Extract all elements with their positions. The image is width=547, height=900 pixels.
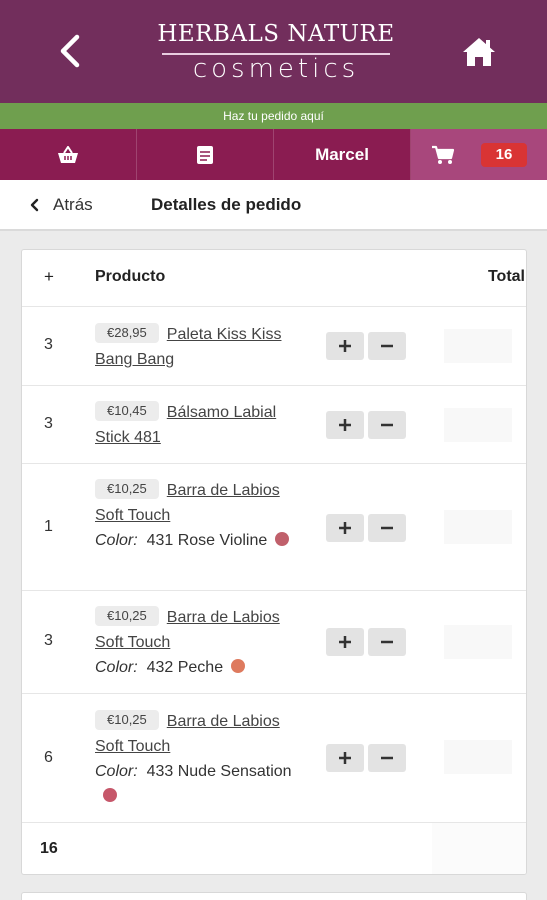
column-header-qty: + xyxy=(44,267,54,286)
cart-icon xyxy=(432,145,455,164)
row-product: €10,45 Bálsamo Labial Stick 481 xyxy=(95,400,295,450)
minus-icon xyxy=(381,344,393,348)
nav-user[interactable]: Marcel xyxy=(274,129,411,180)
footer-total-cell xyxy=(432,823,526,874)
color-value: 433 Nude Sensation xyxy=(146,763,292,780)
quantity-controls xyxy=(326,411,406,439)
price-chip: €10,25 xyxy=(95,479,159,499)
decrease-button[interactable] xyxy=(368,332,406,360)
nav-orders[interactable] xyxy=(137,129,274,180)
quantity-controls xyxy=(326,514,406,542)
increase-button[interactable] xyxy=(326,744,364,772)
page-subheader: Atrás Detalles de pedido xyxy=(0,180,547,231)
main-navbar: Marcel 16 xyxy=(0,129,547,180)
back-button[interactable] xyxy=(52,28,88,74)
row-product: €10,25 Barra de Labios Soft Touch Color: … xyxy=(95,709,295,809)
page-title: Detalles de pedido xyxy=(151,195,302,214)
plus-icon xyxy=(339,340,351,352)
cart-count-badge: 16 xyxy=(481,142,527,167)
row-product: €10,25 Barra de Labios Soft Touch Color: … xyxy=(95,605,295,680)
brand-logo: HERBALS NATURE cosmetics xyxy=(150,18,402,86)
quantity-controls xyxy=(326,744,406,772)
color-value: 431 Rose Violine xyxy=(146,532,268,549)
back-link[interactable]: Atrás xyxy=(30,194,93,216)
color-label: Color: xyxy=(95,659,138,676)
row-total xyxy=(444,740,512,774)
document-icon xyxy=(197,145,213,164)
color-swatch xyxy=(275,532,290,546)
chevron-left-icon xyxy=(60,34,80,68)
color-swatch xyxy=(231,659,246,673)
row-total xyxy=(444,408,512,442)
total-quantity: 16 xyxy=(40,840,58,857)
row-total xyxy=(444,329,512,363)
home-icon xyxy=(463,38,495,66)
row-quantity: 3 xyxy=(44,415,53,432)
decrease-button[interactable] xyxy=(368,411,406,439)
row-product: €10,25 Barra de Labios Soft Touch Color: … xyxy=(95,478,295,553)
plus-icon xyxy=(339,522,351,534)
quantity-controls xyxy=(326,628,406,656)
plus-icon xyxy=(339,752,351,764)
row-product: €28,95 Paleta Kiss Kiss Bang Bang xyxy=(95,322,295,372)
table-row: 3 €10,45 Bálsamo Labial Stick 481 xyxy=(22,386,526,464)
minus-icon xyxy=(381,423,393,427)
increase-button[interactable] xyxy=(326,514,364,542)
plus-icon xyxy=(339,419,351,431)
minus-icon xyxy=(381,640,393,644)
price-chip: €28,95 xyxy=(95,323,159,343)
color-value: 432 Peche xyxy=(146,659,224,676)
decrease-button[interactable] xyxy=(368,628,406,656)
row-total xyxy=(444,625,512,659)
increase-button[interactable] xyxy=(326,332,364,360)
column-header-product: Producto xyxy=(95,268,166,285)
next-section-card xyxy=(21,892,527,900)
price-chip: €10,25 xyxy=(95,710,159,730)
back-label: Atrás xyxy=(53,195,93,214)
order-here-banner[interactable]: Haz tu pedido aquí xyxy=(0,103,547,129)
row-quantity: 3 xyxy=(44,632,53,649)
column-header-total: Total xyxy=(487,268,525,285)
table-row: 3 €10,25 Barra de Labios Soft Touch Color… xyxy=(22,591,526,694)
minus-icon xyxy=(381,526,393,530)
row-quantity: 6 xyxy=(44,749,53,766)
nav-cart[interactable]: 16 xyxy=(411,129,547,180)
row-total xyxy=(444,510,512,544)
color-label: Color: xyxy=(95,763,138,780)
decrease-button[interactable] xyxy=(368,744,406,772)
table-row: 1 €10,25 Barra de Labios Soft Touch Color… xyxy=(22,464,526,591)
minus-icon xyxy=(381,756,393,760)
row-quantity: 3 xyxy=(44,336,53,353)
decrease-button[interactable] xyxy=(368,514,406,542)
basket-icon xyxy=(58,145,78,163)
row-quantity: 1 xyxy=(44,518,53,535)
order-details-table: + Producto Total 3 €28,95 Paleta Kiss Kis… xyxy=(21,249,527,875)
table-row: 6 €10,25 Barra de Labios Soft Touch Color… xyxy=(22,694,526,823)
brand-subtitle: cosmetics xyxy=(192,54,360,84)
color-label: Color: xyxy=(95,532,138,549)
table-row: 3 €28,95 Paleta Kiss Kiss Bang Bang xyxy=(22,307,526,386)
brand-name: HERBALS NATURE xyxy=(157,21,395,47)
table-footer: 16 xyxy=(22,823,526,874)
table-header: + Producto Total xyxy=(22,250,526,307)
home-button[interactable] xyxy=(456,30,502,74)
plus-icon xyxy=(339,636,351,648)
nav-shop[interactable] xyxy=(0,129,137,180)
quantity-controls xyxy=(326,332,406,360)
price-chip: €10,25 xyxy=(95,606,159,626)
increase-button[interactable] xyxy=(326,628,364,656)
increase-button[interactable] xyxy=(326,411,364,439)
chevron-left-icon xyxy=(30,198,39,212)
app-header: HERBALS NATURE cosmetics xyxy=(0,0,547,103)
price-chip: €10,45 xyxy=(95,401,159,421)
color-swatch xyxy=(103,788,117,802)
